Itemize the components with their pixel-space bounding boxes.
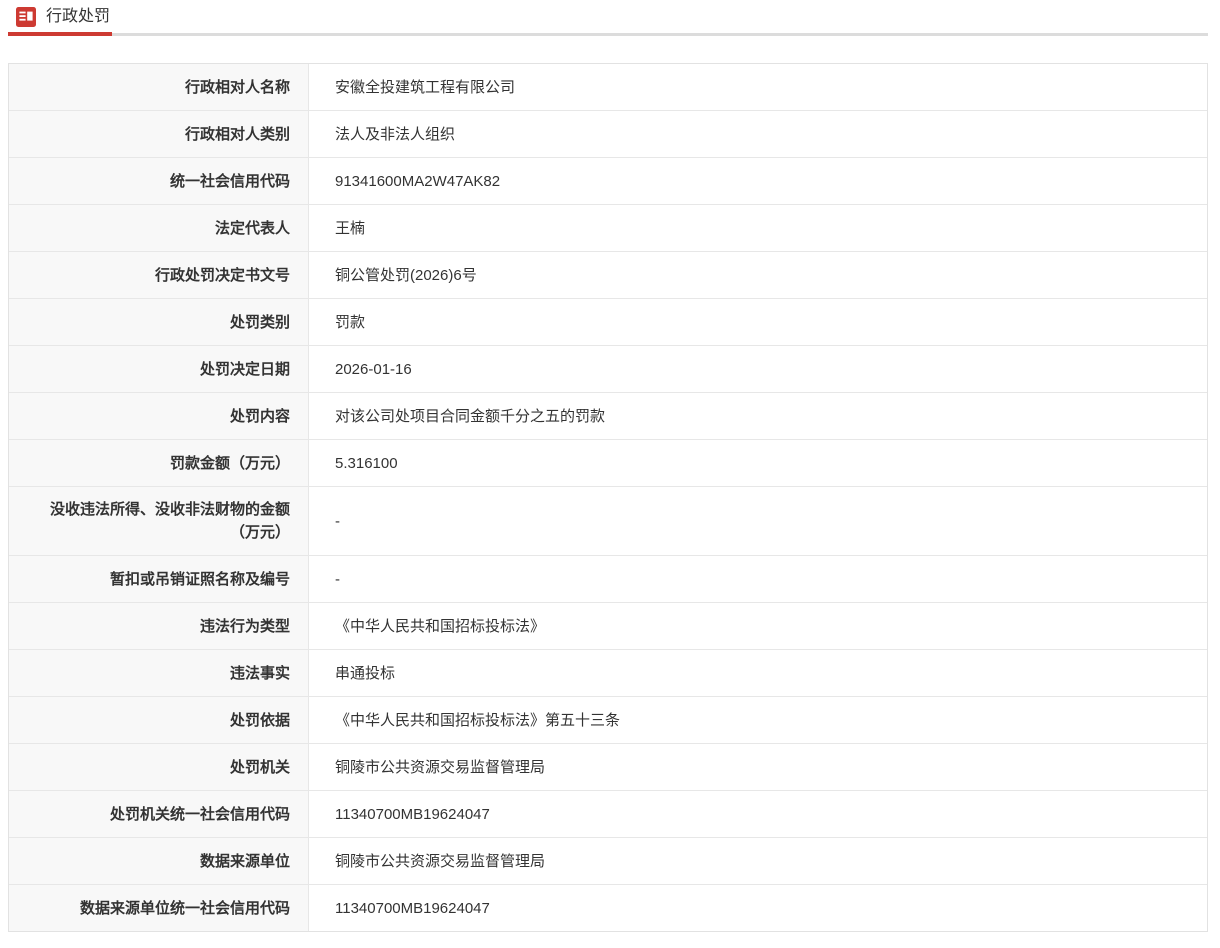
field-value: -: [309, 556, 1207, 602]
page-title: 行政处罚: [46, 6, 110, 28]
field-label: 行政相对人名称: [9, 64, 309, 110]
table-row: 处罚机关统一社会信用代码 11340700MB19624047: [9, 790, 1207, 837]
active-tab-indicator: [8, 32, 112, 36]
field-value: 铜公管处罚(2026)6号: [309, 252, 1207, 298]
field-value: -: [309, 487, 1207, 555]
field-label: 处罚内容: [9, 393, 309, 439]
table-row: 处罚依据 《中华人民共和国招标投标法》第五十三条: [9, 696, 1207, 743]
page-header: 行政处罚: [0, 0, 1220, 33]
field-value: 《中华人民共和国招标投标法》第五十三条: [309, 697, 1207, 743]
field-label: 处罚类别: [9, 299, 309, 345]
field-value: 法人及非法人组织: [309, 111, 1207, 157]
table-row: 统一社会信用代码 91341600MA2W47AK82: [9, 157, 1207, 204]
news-icon: [16, 7, 36, 27]
field-label: 处罚机关统一社会信用代码: [9, 791, 309, 837]
table-row: 暂扣或吊销证照名称及编号 -: [9, 555, 1207, 602]
field-value: 对该公司处项目合同金额千分之五的罚款: [309, 393, 1207, 439]
field-label: 法定代表人: [9, 205, 309, 251]
field-value: 串通投标: [309, 650, 1207, 696]
table-row: 行政相对人类别 法人及非法人组织: [9, 110, 1207, 157]
table-row: 处罚决定日期 2026-01-16: [9, 345, 1207, 392]
field-label: 统一社会信用代码: [9, 158, 309, 204]
field-label: 处罚机关: [9, 744, 309, 790]
field-value: 铜陵市公共资源交易监督管理局: [309, 744, 1207, 790]
table-row: 处罚内容 对该公司处项目合同金额千分之五的罚款: [9, 392, 1207, 439]
field-label: 行政相对人类别: [9, 111, 309, 157]
table-row: 行政相对人名称 安徽全投建筑工程有限公司: [9, 64, 1207, 110]
field-value: 2026-01-16: [309, 346, 1207, 392]
table-row: 处罚机关 铜陵市公共资源交易监督管理局: [9, 743, 1207, 790]
field-value: 王楠: [309, 205, 1207, 251]
table-row: 数据来源单位 铜陵市公共资源交易监督管理局: [9, 837, 1207, 884]
field-label: 数据来源单位: [9, 838, 309, 884]
field-label: 违法事实: [9, 650, 309, 696]
field-value: 5.316100: [309, 440, 1207, 486]
table-row: 行政处罚决定书文号 铜公管处罚(2026)6号: [9, 251, 1207, 298]
tab-administrative-penalty[interactable]: 行政处罚: [16, 6, 110, 28]
field-value: 罚款: [309, 299, 1207, 345]
field-label: 数据来源单位统一社会信用代码: [9, 885, 309, 931]
field-value: 91341600MA2W47AK82: [309, 158, 1207, 204]
field-label: 没收违法所得、没收非法财物的金额（万元）: [9, 487, 309, 555]
field-value: 11340700MB19624047: [309, 885, 1207, 931]
table-row: 没收违法所得、没收非法财物的金额（万元） -: [9, 486, 1207, 555]
table-row: 罚款金额（万元） 5.316100: [9, 439, 1207, 486]
field-value: 安徽全投建筑工程有限公司: [309, 64, 1207, 110]
field-label: 违法行为类型: [9, 603, 309, 649]
field-value: 11340700MB19624047: [309, 791, 1207, 837]
table-row: 违法行为类型 《中华人民共和国招标投标法》: [9, 602, 1207, 649]
field-label: 暂扣或吊销证照名称及编号: [9, 556, 309, 602]
field-label: 处罚决定日期: [9, 346, 309, 392]
table-row: 法定代表人 王楠: [9, 204, 1207, 251]
field-label: 行政处罚决定书文号: [9, 252, 309, 298]
table-row: 处罚类别 罚款: [9, 298, 1207, 345]
field-label: 罚款金额（万元）: [9, 440, 309, 486]
table-row: 违法事实 串通投标: [9, 649, 1207, 696]
field-value: 铜陵市公共资源交易监督管理局: [309, 838, 1207, 884]
header-divider: [8, 33, 1208, 36]
field-label: 处罚依据: [9, 697, 309, 743]
penalty-detail-table: 行政相对人名称 安徽全投建筑工程有限公司 行政相对人类别 法人及非法人组织 统一…: [8, 63, 1208, 932]
table-row: 数据来源单位统一社会信用代码 11340700MB19624047: [9, 884, 1207, 931]
field-value: 《中华人民共和国招标投标法》: [309, 603, 1207, 649]
